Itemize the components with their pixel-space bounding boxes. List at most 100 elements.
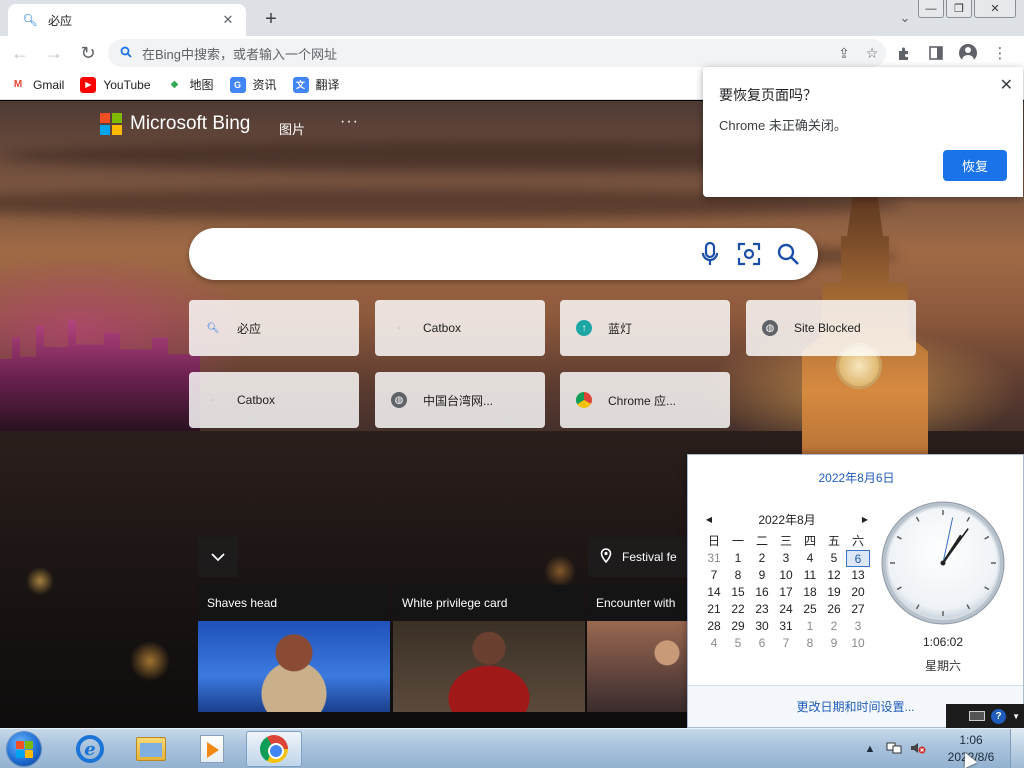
calendar-day[interactable]: 17	[774, 584, 798, 601]
chevron-down-icon[interactable]: ▼	[1012, 712, 1020, 721]
calendar-day[interactable]: 9	[750, 567, 774, 584]
show-hidden-icons-icon[interactable]: ▲	[860, 743, 880, 755]
taskbar-google-chrome[interactable]	[246, 731, 302, 767]
calendar-day[interactable]: 5	[726, 635, 750, 652]
calendar-day[interactable]: 1	[798, 618, 822, 635]
quick-link-tile[interactable]: ◦ Catbox	[189, 372, 359, 428]
nav-images-link[interactable]: 图片	[279, 119, 305, 138]
bookmark-news[interactable]: G 资讯	[229, 76, 277, 93]
calendar-day[interactable]: 14	[702, 584, 726, 601]
calendar-day[interactable]: 15	[726, 584, 750, 601]
quick-link-tile[interactable]: ◍ 中国台湾网...	[375, 372, 545, 428]
share-icon[interactable]: ⇪	[830, 45, 858, 62]
calendar-day[interactable]: 27	[846, 601, 870, 618]
bookmark-translate[interactable]: 文 翻译	[292, 76, 340, 93]
search-submit-icon[interactable]	[774, 240, 802, 268]
show-desktop-button[interactable]	[1010, 729, 1024, 768]
calendar-day[interactable]: 8	[798, 635, 822, 652]
calendar-day[interactable]: 26	[822, 601, 846, 618]
quick-link-tile[interactable]: Chrome 应...	[560, 372, 730, 428]
quick-link-tile[interactable]: ↑ 蓝灯	[560, 300, 730, 356]
bookmark-maps[interactable]: ◆ 地图	[167, 76, 214, 93]
quick-link-tile[interactable]: ◦ Catbox	[375, 300, 545, 356]
calendar-day[interactable]: 23	[750, 601, 774, 618]
prev-month-icon[interactable]: ◀	[702, 515, 716, 524]
restore-window-button[interactable]: ❐	[946, 0, 972, 18]
calendar-day[interactable]: 8	[726, 567, 750, 584]
browser-tab[interactable]: 🔍︎ 必应 ✕	[8, 4, 246, 36]
taskbar-internet-explorer[interactable]: e	[62, 731, 118, 767]
calendar-day[interactable]: 30	[750, 618, 774, 635]
calendar-day[interactable]: 18	[798, 584, 822, 601]
reload-button[interactable]: ↻	[74, 39, 102, 67]
calendar-day[interactable]: 9	[822, 635, 846, 652]
bookmark-star-icon[interactable]: ☆	[858, 45, 886, 62]
minimize-button[interactable]: —	[918, 0, 944, 18]
calendar-day[interactable]: 20	[846, 584, 870, 601]
bookmark-gmail[interactable]: M Gmail	[10, 77, 65, 93]
calendar-day[interactable]: 7	[702, 567, 726, 584]
quick-link-tile[interactable]: ◍ Site Blocked	[746, 300, 916, 356]
close-icon[interactable]: ✕	[1000, 75, 1013, 95]
tab-close-icon[interactable]: ✕	[220, 12, 236, 28]
calendar-day[interactable]: 6	[846, 550, 870, 567]
visual-search-icon[interactable]	[735, 240, 763, 268]
calendar-day[interactable]: 3	[846, 618, 870, 635]
next-month-icon[interactable]: ▶	[858, 515, 872, 524]
calendar-day[interactable]: 5	[822, 550, 846, 567]
close-window-button[interactable]: ✕	[974, 0, 1016, 18]
calendar-day[interactable]: 19	[822, 584, 846, 601]
calendar-header-date[interactable]: 2022年8月6日	[688, 469, 1024, 486]
month-label[interactable]: 2022年8月	[758, 511, 815, 528]
bing-search-box[interactable]	[189, 228, 818, 280]
news-card[interactable]: White privilege card	[393, 585, 585, 712]
taskbar-file-explorer[interactable]	[123, 731, 179, 767]
calendar-day[interactable]: 4	[702, 635, 726, 652]
quick-link-tile[interactable]: 🔍︎ 必应	[189, 300, 359, 356]
calendar-day[interactable]: 4	[798, 550, 822, 567]
festival-news-chip[interactable]: Festival fe	[588, 537, 688, 577]
calendar-day[interactable]: 7	[774, 635, 798, 652]
bing-logo[interactable]: Microsoft Bing	[100, 113, 250, 135]
calendar-day[interactable]: 31	[774, 618, 798, 635]
side-panel-icon[interactable]	[920, 39, 952, 67]
calendar-day[interactable]: 11	[798, 567, 822, 584]
volume-muted-icon[interactable]	[908, 741, 928, 758]
start-button[interactable]	[4, 730, 44, 768]
profile-avatar[interactable]	[952, 39, 984, 67]
address-bar[interactable]: 在Bing中搜索，或者输入一个网址 ⇪ ☆	[108, 39, 886, 67]
back-button[interactable]: ←	[6, 39, 34, 67]
extensions-icon[interactable]	[888, 39, 920, 67]
help-icon[interactable]: ?	[991, 708, 1007, 724]
calendar-day[interactable]: 3	[774, 550, 798, 567]
calendar-day[interactable]: 24	[774, 601, 798, 618]
calendar-day[interactable]: 22	[726, 601, 750, 618]
news-card[interactable]: Shaves head	[198, 585, 390, 712]
restore-button[interactable]: 恢复	[943, 150, 1007, 181]
nav-more-button[interactable]: ···	[340, 113, 359, 131]
menu-kebab-icon[interactable]: ⋮	[984, 39, 1016, 67]
taskbar-media-player[interactable]	[184, 731, 240, 767]
forward-button[interactable]: →	[40, 39, 68, 67]
calendar-day[interactable]: 2	[822, 618, 846, 635]
new-tab-button[interactable]: +	[258, 6, 284, 32]
calendar-day[interactable]: 2	[750, 550, 774, 567]
news-card[interactable]: Encounter with	[587, 585, 687, 712]
calendar-day[interactable]: 10	[774, 567, 798, 584]
tab-search-button[interactable]: ⌄	[894, 8, 916, 28]
calendar-day[interactable]: 16	[750, 584, 774, 601]
calendar-day[interactable]: 10	[846, 635, 870, 652]
calendar-day[interactable]: 29	[726, 618, 750, 635]
calendar-day[interactable]: 12	[822, 567, 846, 584]
keyboard-icon[interactable]	[969, 711, 986, 721]
calendar-day[interactable]: 21	[702, 601, 726, 618]
calendar-day[interactable]: 31	[702, 550, 726, 567]
bookmark-youtube[interactable]: ▶ YouTube	[80, 76, 151, 93]
news-expand-button[interactable]	[198, 537, 238, 577]
calendar-day[interactable]: 6	[750, 635, 774, 652]
calendar-day[interactable]: 28	[702, 618, 726, 635]
network-icon[interactable]	[884, 741, 904, 758]
calendar-day[interactable]: 1	[726, 550, 750, 567]
calendar-day[interactable]: 25	[798, 601, 822, 618]
calendar-day[interactable]: 13	[846, 567, 870, 584]
